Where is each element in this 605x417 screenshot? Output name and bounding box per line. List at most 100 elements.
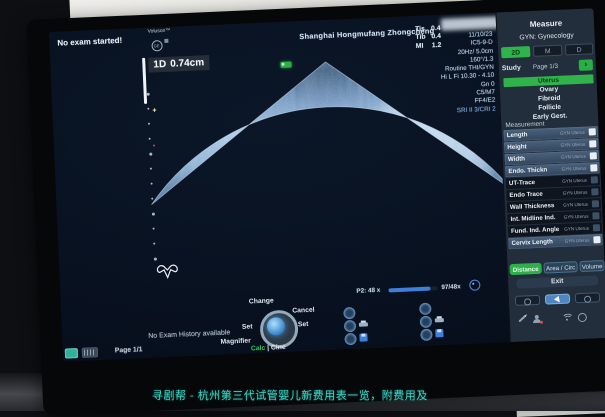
measurement-label: Width xyxy=(508,155,525,163)
network-icon[interactable] xyxy=(562,313,572,321)
follicle-region xyxy=(287,130,406,216)
voluson-logo: Voluson™ GE xyxy=(139,27,180,53)
p4-button[interactable] xyxy=(419,303,432,316)
checkbox-icon[interactable] xyxy=(592,200,599,207)
p6-button[interactable] xyxy=(420,329,433,342)
toggle-circle-button[interactable] xyxy=(575,292,600,303)
cine-speed-label: P2: 48 x xyxy=(356,287,380,295)
exit-button[interactable]: Exit xyxy=(516,275,598,289)
distance-tool-button[interactable]: Distance xyxy=(509,263,541,275)
cine-frame-counter: 97/48x xyxy=(441,283,461,291)
trackball-set-left-label: Set xyxy=(242,323,253,330)
printer-icon xyxy=(359,320,368,327)
caliper-start-mark: + xyxy=(152,107,156,114)
depth-marker xyxy=(151,198,153,200)
depth-marker xyxy=(147,108,149,110)
chevron-right-icon: › xyxy=(584,60,587,69)
depth-marker xyxy=(151,183,153,185)
checkbox-icon[interactable] xyxy=(592,212,599,219)
index-value: 0.4 xyxy=(431,25,441,32)
measurement-label: Fund. Ind. Angle xyxy=(511,225,559,234)
exam-status-text: No exam started! xyxy=(57,36,122,48)
caliper-point-yellow xyxy=(318,188,326,196)
p5-button[interactable] xyxy=(420,316,433,329)
p3-button[interactable] xyxy=(344,333,357,346)
measurement-tag: GYN Uterus xyxy=(561,166,586,172)
measurement-label: Length xyxy=(507,131,528,139)
checkbox-icon[interactable] xyxy=(590,152,597,159)
depth-marker xyxy=(149,153,152,156)
calc-label: Calc xyxy=(251,345,266,353)
measurement-tag: GYN Uterus xyxy=(560,142,585,148)
keyboard-icon[interactable] xyxy=(82,347,98,358)
volume-tool-button[interactable]: Volume xyxy=(579,260,604,272)
caliper-line xyxy=(321,173,339,193)
trackball-set-right-label: Set xyxy=(298,321,309,328)
brand-chip-icon xyxy=(164,39,168,43)
checkbox-icon[interactable] xyxy=(591,188,598,195)
depth-marker xyxy=(153,228,155,230)
depth-marker xyxy=(153,243,155,245)
page-indicator: Page 1/1 xyxy=(115,346,143,354)
measurement-label: UT-Trace xyxy=(509,178,535,186)
p1-button[interactable] xyxy=(343,307,356,320)
caliper-point-cyan xyxy=(334,168,342,176)
trackball-magnifier-label: Magnifier xyxy=(220,337,250,345)
study-page-indicator: Page 1/3 xyxy=(533,63,559,71)
divider: | xyxy=(267,345,269,352)
patient-add-icon[interactable] xyxy=(533,315,541,323)
pencil-icon[interactable] xyxy=(518,315,526,323)
lasso-icon xyxy=(524,298,531,305)
ultrasound-monitor: No exam started! Voluson™ GE Shanghai Ho… xyxy=(26,0,605,416)
measurement-tag: GYN Uterus xyxy=(561,154,586,160)
measurement-tag: GYN Uterus xyxy=(560,130,585,136)
measurement-label: Wall Thickness xyxy=(510,202,555,211)
printer-icon xyxy=(435,316,444,323)
measurement-label: Endo Trace xyxy=(509,190,543,198)
measurement-tag: GYN Uterus xyxy=(562,178,587,184)
checkbox-icon[interactable] xyxy=(590,164,597,171)
status-ring-icon[interactable] xyxy=(578,313,587,322)
measurement-tag: GYN Uterus xyxy=(564,226,589,232)
trackball-cancel-label: Cancel xyxy=(292,307,315,315)
trackball-change-label: Change xyxy=(249,297,274,305)
p2-button[interactable] xyxy=(344,320,357,333)
status-chip-icon[interactable] xyxy=(65,348,78,359)
ultrasound-screen: No exam started! Voluson™ GE Shanghai Ho… xyxy=(49,8,605,361)
measurement-label: Endo. Thickn xyxy=(508,166,547,175)
cine-label: Cine xyxy=(271,344,286,352)
ge-logo-icon: GE xyxy=(151,40,162,51)
next-page-button[interactable]: › xyxy=(579,59,593,71)
checkbox-icon[interactable] xyxy=(593,224,600,231)
tab-m[interactable]: M xyxy=(533,45,562,57)
measurement-tag: GYN Uterus xyxy=(563,202,588,208)
trackball-calc-cine-label: Calc | Cine xyxy=(251,344,286,353)
checkbox-icon[interactable] xyxy=(593,236,600,243)
checkbox-icon[interactable] xyxy=(589,128,596,135)
tab-2d[interactable]: 2D xyxy=(501,46,530,58)
toggle-cursor-button[interactable] xyxy=(545,294,570,305)
exam-history-notice: No Exam History available xyxy=(148,329,230,340)
toggle-lasso-button[interactable] xyxy=(515,295,540,306)
measurement-label: Cervix Length xyxy=(511,238,553,247)
measurement-tag: GYN Uterus xyxy=(564,214,589,220)
measurement-tag: GYN Uterus xyxy=(563,190,588,196)
save-icon xyxy=(435,329,443,337)
depth-marker xyxy=(150,168,152,170)
uterus-body-marker-icon xyxy=(155,263,180,282)
measurement-tag: GYN Uterus xyxy=(565,238,590,244)
tab-d[interactable]: D xyxy=(565,43,593,55)
photo-caption: 寻剧帮 - 杭州第三代试管婴儿新费用表一览，附费用及 xyxy=(152,387,492,403)
ultrasound-image xyxy=(137,42,518,308)
focus-marker xyxy=(153,144,155,146)
area-circ-tool-button[interactable]: Area / Circ xyxy=(543,261,577,273)
panel-title: Measure xyxy=(497,17,595,30)
measurement-label: Height xyxy=(507,143,527,151)
cursor-icon xyxy=(554,296,562,304)
checkbox-icon[interactable] xyxy=(589,140,596,147)
brand-name: Voluson™ xyxy=(139,27,179,35)
checkbox-icon[interactable] xyxy=(591,176,598,183)
measurement-label: Int. Midline Ind. xyxy=(510,214,555,223)
depth-marker xyxy=(149,138,151,140)
circle-icon xyxy=(584,296,591,303)
